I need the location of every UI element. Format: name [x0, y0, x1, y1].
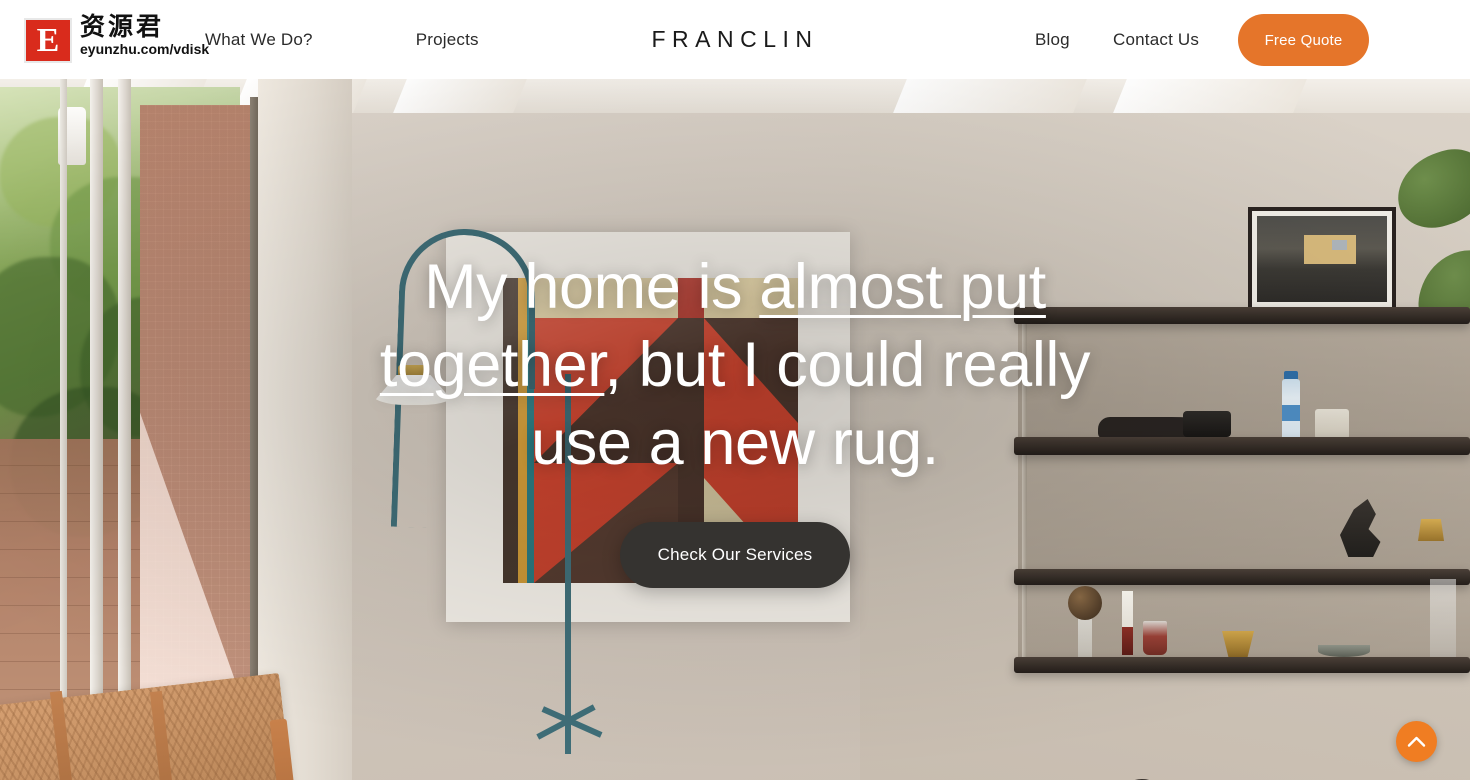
nav-blog[interactable]: Blog: [1035, 30, 1070, 50]
chevron-up-icon: [1407, 736, 1426, 747]
check-our-services-button[interactable]: Check Our Services: [620, 521, 850, 588]
headline-line-2-plain: , but I could really: [604, 329, 1091, 400]
hero-headline: My home is almost put together, but I co…: [360, 248, 1110, 482]
top-navigation-bar: What We Do? Projects FRANCLIN Blog Conta…: [0, 0, 1470, 79]
free-quote-button[interactable]: Free Quote: [1238, 14, 1369, 66]
headline-line-1-underlined: almost put: [759, 251, 1046, 322]
scroll-to-top-button[interactable]: [1396, 721, 1437, 762]
nav-what-we-do[interactable]: What We Do?: [205, 30, 313, 50]
primary-nav-left: What We Do? Projects: [205, 0, 479, 79]
nav-projects[interactable]: Projects: [416, 30, 479, 50]
headline-line-1-plain: My home is: [424, 251, 760, 322]
headline-line-2-underlined: together: [379, 329, 605, 400]
hero-content: My home is almost put together, but I co…: [0, 79, 1470, 780]
headline-line-3-plain: use a new rug.: [531, 407, 939, 478]
nav-contact-us[interactable]: Contact Us: [1113, 30, 1199, 50]
hero-section: My home is almost put together, but I co…: [0, 79, 1470, 780]
